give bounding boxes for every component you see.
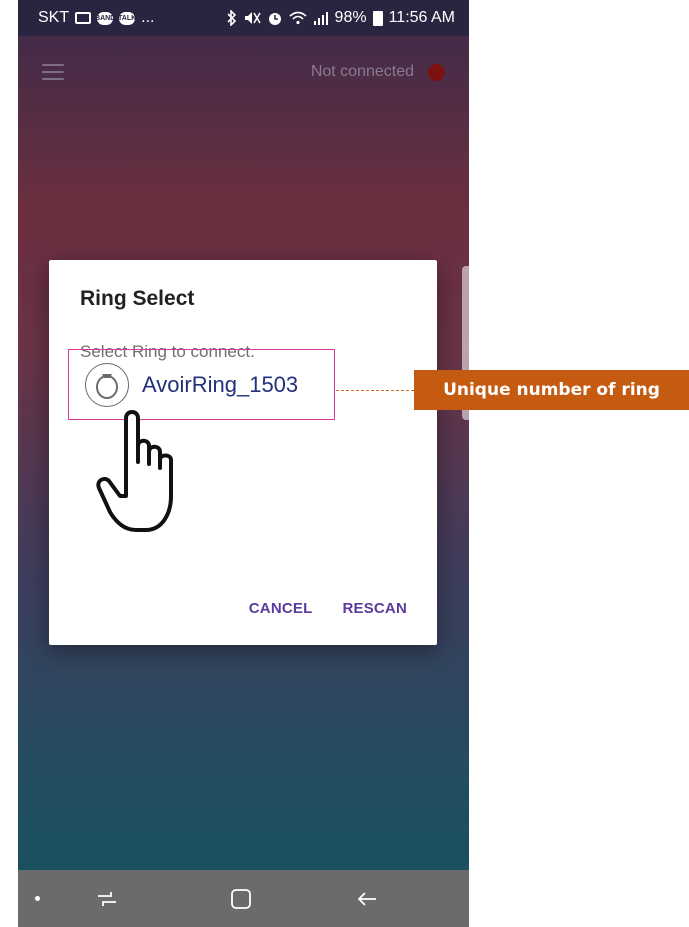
- mute-icon: [243, 10, 261, 26]
- home-icon[interactable]: [226, 884, 256, 914]
- wifi-icon: [289, 10, 307, 26]
- recent-apps-icon[interactable]: [92, 884, 122, 914]
- connection-status-text: Not connected: [310, 63, 414, 80]
- cancel-button[interactable]: CANCEL: [249, 600, 313, 617]
- connection-status: Not connected: [311, 63, 445, 81]
- status-left: SKT BAND TALK ...: [38, 9, 154, 27]
- navigation-bar: [18, 870, 469, 927]
- rescan-button[interactable]: RESCAN: [342, 600, 407, 617]
- dialog-title: Ring Select: [80, 287, 195, 310]
- app-bar: Not connected: [18, 36, 469, 108]
- more-notifications: ...: [141, 9, 155, 26]
- dot-icon: [35, 896, 40, 901]
- status-time: 11:56 AM: [388, 9, 455, 26]
- callout-connector-line: [336, 390, 414, 391]
- battery-icon: [372, 10, 383, 26]
- device-name: AvoirRing_1503: [142, 371, 299, 397]
- phone-screen: SKT BAND TALK ... 98% 11:56 AM Not conne…: [18, 0, 469, 927]
- talk-icon: TALK: [118, 11, 136, 25]
- status-bar: SKT BAND TALK ... 98% 11:56 AM: [18, 0, 469, 36]
- alarm-icon: [267, 10, 283, 26]
- signal-icon: [313, 10, 329, 26]
- ring-icon: [85, 362, 129, 407]
- mail-icon: [75, 12, 92, 24]
- battery-percent: 98%: [334, 9, 367, 26]
- hamburger-menu-icon[interactable]: [42, 64, 64, 80]
- pointing-hand-icon: [96, 410, 173, 532]
- callout-label: Unique number of ring: [414, 370, 689, 410]
- band-icon: BAND: [95, 11, 115, 25]
- status-right: 98% 11:56 AM: [226, 9, 455, 27]
- bluetooth-icon: [226, 10, 237, 26]
- dialog-actions: CANCEL RESCAN: [249, 600, 407, 617]
- connection-status-dot: [428, 63, 445, 81]
- carrier-label: SKT: [38, 9, 70, 26]
- back-icon[interactable]: [352, 884, 382, 914]
